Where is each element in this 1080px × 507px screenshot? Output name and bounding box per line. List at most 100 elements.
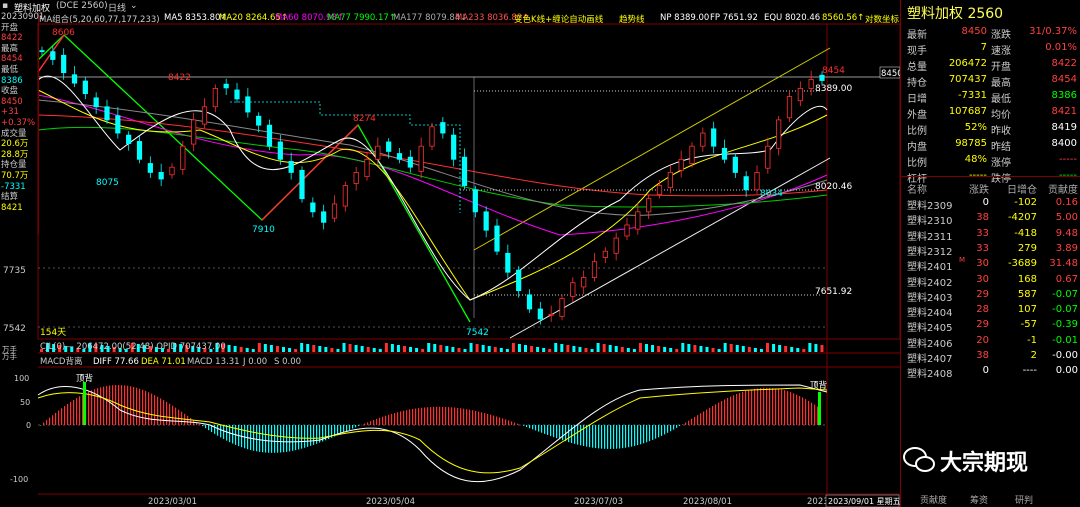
macd-bar (598, 425, 600, 449)
ma-label[interactable]: 对数坐标 (865, 13, 899, 25)
macd-bar (451, 407, 453, 425)
candle (223, 83, 229, 89)
candle (266, 124, 273, 147)
macd-bar (364, 423, 366, 425)
contract-cell: 9.48 (1055, 227, 1078, 239)
chevron-down-icon[interactable]: ⌄ (130, 1, 138, 11)
ma5-line (37, 75, 828, 301)
macd-bar (709, 407, 711, 425)
volume-header: CJL(0)— 206472.00(52:48) OPID 707437.00 (40, 342, 226, 352)
tab-contribution[interactable]: 贡献度 (920, 493, 947, 506)
macd-bar (790, 392, 792, 425)
candle (234, 89, 240, 100)
candle (732, 156, 738, 173)
quote-value: -7331 (957, 90, 987, 101)
macd-bar (484, 413, 486, 425)
volume-bar (403, 346, 406, 352)
macd-bar (397, 412, 399, 425)
contract-row[interactable]: 塑料2309 0 -102 0.16 (901, 196, 1080, 212)
contract-cell: 0.67 (1055, 273, 1078, 285)
volume-bar (330, 348, 334, 352)
date-label: 2023/03/01 (148, 497, 197, 507)
macd-bar (190, 417, 192, 425)
tab-analysis[interactable]: 研判 (1015, 493, 1033, 506)
candle (613, 237, 619, 254)
column-header[interactable]: 日增仓 (1007, 181, 1037, 196)
contract-row[interactable]: 塑料2403 29 587 -0.07 (901, 288, 1080, 304)
contract-row[interactable]: 塑料2310 38 -4207 5.00 (901, 211, 1080, 227)
macd-bar (712, 406, 714, 425)
candle (115, 115, 121, 134)
macd-bar (43, 422, 45, 425)
macd-bar (64, 406, 66, 425)
column-header[interactable]: 贡献度 (1048, 181, 1078, 196)
contract-cell: -0.39 (1052, 319, 1078, 331)
contract-code: (DCE 2560) (56, 1, 108, 11)
macd-bar (226, 425, 228, 441)
macd-bar (262, 425, 264, 453)
bar-info-field: 收盘 (1, 86, 19, 97)
contract-cell: 30 (976, 273, 989, 285)
macd-bar (550, 425, 552, 437)
column-header[interactable]: 名称 (907, 181, 927, 196)
quote-value: 52% (964, 122, 987, 133)
macd-signal-bar (83, 382, 86, 425)
candle (461, 156, 468, 186)
quote-label: 最高 (991, 78, 1011, 89)
quote-label: 持仓 (907, 78, 927, 89)
contract-cell: -4207 (1007, 212, 1037, 224)
macd-signal-bar (818, 392, 821, 425)
bar-info-field: 8422 (1, 33, 23, 44)
volume-bar (487, 346, 491, 352)
bar-info-field: 成交量 (1, 128, 27, 139)
macd-bar (592, 425, 594, 448)
volume-bar (427, 343, 431, 352)
macd-bar (385, 415, 387, 425)
macd-bar (463, 408, 465, 425)
volume-bar (524, 345, 527, 352)
macd-bar (253, 425, 255, 451)
contract-row[interactable]: 塑料2312 33 279 3.89 (901, 242, 1080, 258)
contract-row[interactable]: 塑料2408 0 ---- 0.00 (901, 364, 1080, 380)
quote-label: 外盘 (907, 110, 927, 121)
contract-row[interactable]: 塑料2407 38 2 -0.00 (901, 349, 1080, 365)
macd-bar (649, 425, 651, 442)
contract-row[interactable]: 塑料2311 33 -418 9.48 (901, 227, 1080, 243)
macd-bar (754, 388, 756, 425)
ma-indicator-bar: MA组合(5,20,60,77,177,233) MA5 8353.80↑ MA20… (0, 12, 900, 25)
macd-bar (751, 389, 753, 425)
quote-label: 总量 (907, 62, 927, 73)
quote-value: 206472 (948, 58, 987, 69)
candle (386, 141, 392, 152)
contract-row[interactable]: 塑料2405 29 -57 -0.39 (901, 318, 1080, 335)
macd-bar (673, 425, 675, 430)
contract-cell: 0 (982, 365, 989, 377)
macd-bar (67, 403, 69, 425)
contract-row[interactable]: 塑料2404 28 107 -0.07 (901, 303, 1080, 319)
ma60-line (37, 94, 828, 236)
contract-row[interactable]: 塑料2406 20 -1 -0.01 (901, 334, 1080, 350)
volume-bar (657, 346, 661, 352)
volume-bar (378, 349, 382, 352)
candle (689, 145, 695, 164)
contract-row[interactable]: 塑料2402 30 168 0.67 (901, 273, 1080, 289)
macd-bar (382, 416, 384, 425)
volume-bar (227, 345, 231, 352)
ma-label: MA77 7990.17↑ (327, 13, 396, 23)
macd-bar (646, 425, 648, 443)
volume-bar (614, 346, 618, 352)
column-header[interactable]: 涨跌 (969, 181, 989, 196)
tab-funding[interactable]: 筹资 (970, 493, 988, 506)
dea-value: DEA 71.01 (141, 357, 186, 367)
kline-chart[interactable]: 8606 8422 8075 7910 8274 7542 8454 8034 … (0, 0, 900, 507)
volume-bar (711, 348, 715, 352)
candle (310, 202, 316, 213)
macd-bar (40, 425, 42, 426)
square-icon: ▪ (2, 1, 9, 11)
contract-row[interactable]: 塑料2401 30 -3689 31.48 M (901, 256, 1080, 273)
candle (483, 211, 489, 231)
macd-bar (619, 425, 621, 449)
watermark-text: 大宗期现 (940, 451, 1029, 476)
contract-cell: 塑料2405 (907, 323, 953, 335)
macd-bar (301, 425, 303, 449)
